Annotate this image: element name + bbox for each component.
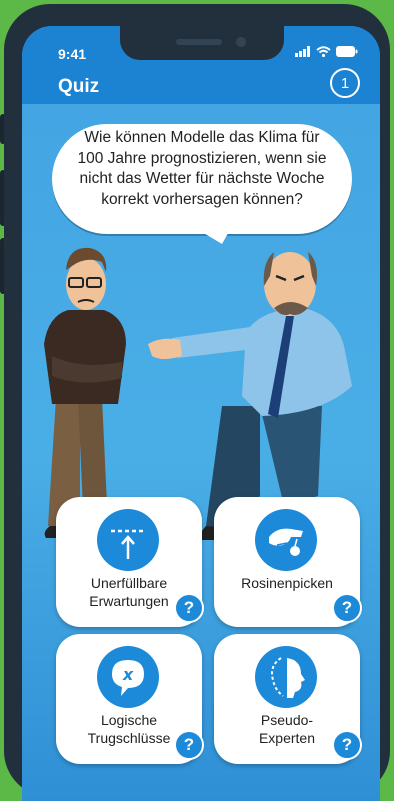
fallacy-speech-icon: x: [97, 646, 159, 708]
answer-label-line: Pseudo-: [260, 712, 314, 728]
speech-bubble-tail: [192, 226, 232, 244]
cherry-picking-hand-icon: [255, 509, 317, 571]
svg-text:x: x: [122, 665, 134, 684]
answer-label-line: Unerfüllbare: [90, 575, 168, 591]
help-button[interactable]: ?: [174, 730, 204, 760]
answer-card-logische-trugschluesse[interactable]: x Logische Trugschlüsse ?: [56, 634, 204, 764]
answer-label: Rosinenpicken: [220, 574, 354, 592]
unreachable-bar-icon: [97, 509, 159, 571]
question-line: nicht das Wetter für nächste Woche: [79, 170, 325, 187]
question-line: korrekt vorhersagen können?: [101, 190, 303, 208]
question-line: 100 Jahre prognostizieren, wenn sie: [77, 149, 327, 167]
help-button[interactable]: ?: [332, 730, 362, 760]
pseudo-expert-face-icon: [255, 646, 317, 708]
phone-frame: 9:41 Quiz 1 Wie können Modelle das Klima…: [4, 4, 390, 801]
skeptic-character: [44, 247, 126, 538]
answer-label-line: Rosinenpicken: [241, 575, 333, 591]
question-line: Wie können Modelle das Klima für: [84, 129, 320, 146]
answer-card-unerfuellbare-erwartungen[interactable]: Unerfüllbare Erwartungen ?: [56, 497, 204, 627]
question-text: Wie können Modelle das Klima für 100 Jah…: [68, 128, 336, 210]
help-button[interactable]: ?: [332, 593, 362, 623]
answer-label-line: Logische: [100, 712, 158, 728]
help-button[interactable]: ?: [174, 593, 204, 623]
answer-card-rosinenpicken[interactable]: Rosinenpicken ?: [214, 497, 362, 627]
answer-card-pseudo-experten[interactable]: Pseudo- Experten ?: [214, 634, 362, 764]
app-screen: 9:41 Quiz 1 Wie können Modelle das Klima…: [22, 26, 380, 801]
